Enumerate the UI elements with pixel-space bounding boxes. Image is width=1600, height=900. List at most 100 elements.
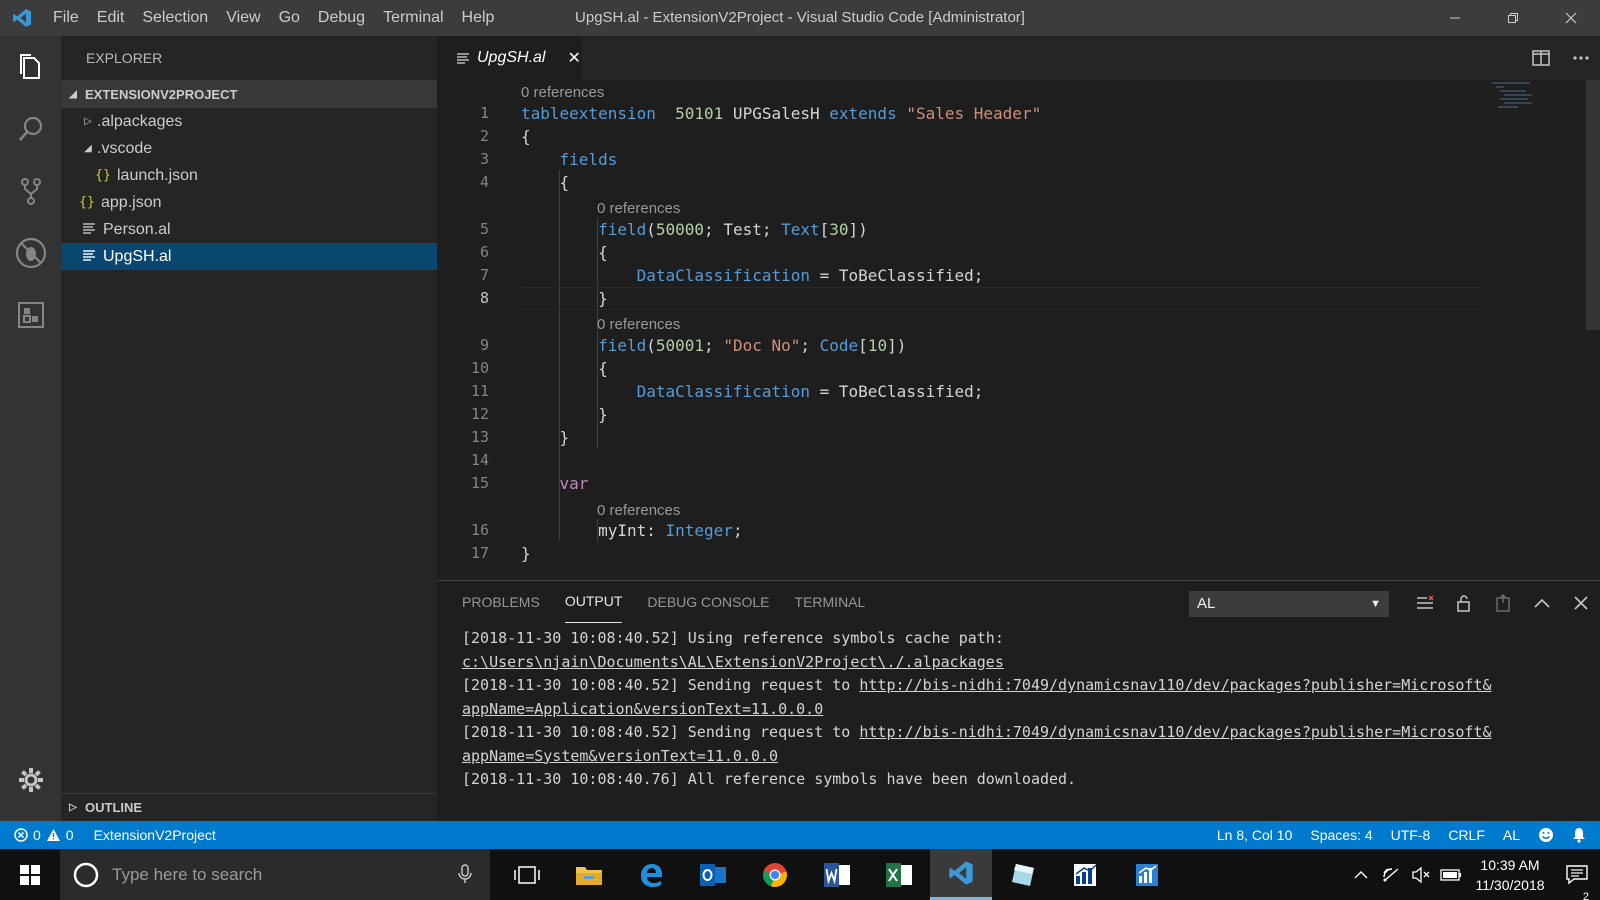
code-line[interactable]: 17} (437, 542, 1537, 565)
source-control-icon[interactable] (0, 160, 61, 222)
output-link[interactable]: appName=Application&versionText=11.0.0.0 (462, 700, 823, 718)
output-log[interactable]: [2018-11-30 10:08:40.52] Using reference… (462, 627, 1572, 792)
tree-item-launch-json[interactable]: {} launch.json (61, 162, 437, 189)
output-link[interactable]: c:\Users\njain\Documents\AL\ExtensionV2P… (462, 653, 1004, 671)
code-line[interactable]: 13 } (437, 426, 1537, 449)
task-view-button[interactable] (496, 849, 558, 900)
menu-file[interactable]: File (44, 0, 88, 36)
problems-status[interactable]: 0 0 (14, 827, 74, 843)
feedback-smiley-icon[interactable] (1538, 827, 1554, 843)
bell-icon[interactable] (1572, 827, 1586, 843)
eol-status[interactable]: CRLF (1448, 827, 1485, 843)
code-line[interactable]: 2{ (437, 125, 1537, 148)
tree-item-alpackages[interactable]: ▷ .alpackages (61, 108, 437, 135)
extensions-icon[interactable] (0, 284, 61, 346)
edge-app[interactable] (620, 849, 682, 900)
more-actions-icon[interactable] (1572, 55, 1590, 61)
activity-bar (0, 36, 61, 821)
microphone-icon[interactable] (458, 864, 472, 884)
code-line[interactable]: 14 (437, 449, 1537, 472)
code-line[interactable]: 7 DataClassification = ToBeClassified; (437, 264, 1537, 287)
battery-icon[interactable] (1436, 868, 1466, 881)
explorer-icon[interactable] (0, 36, 61, 98)
minimize-button[interactable] (1426, 0, 1484, 36)
code-line[interactable]: 5 field(50000; Test; Text[30]) (437, 218, 1537, 241)
encoding-status[interactable]: UTF-8 (1391, 827, 1431, 843)
codelens-references[interactable]: 0 references (521, 82, 604, 104)
clear-output-button[interactable] (1405, 589, 1444, 617)
menu-help[interactable]: Help (453, 0, 504, 36)
tree-item-person-al[interactable]: Person.al (61, 216, 437, 243)
close-tab-icon[interactable]: ✕ (567, 48, 580, 68)
menu-selection[interactable]: Selection (133, 0, 217, 36)
chrome-app[interactable] (744, 849, 806, 900)
code-line[interactable]: 9 field(50001; "Doc No"; Code[10]) (437, 334, 1537, 357)
output-link[interactable]: appName=System&versionText=11.0.0.0 (462, 747, 778, 765)
indentation-status[interactable]: Spaces: 4 (1310, 827, 1372, 843)
code-line[interactable]: 6 { (437, 241, 1537, 264)
tab-output[interactable]: OUTPUT (564, 581, 623, 623)
output-channel-select[interactable]: AL ▼ (1189, 591, 1389, 617)
menu-debug[interactable]: Debug (309, 0, 374, 36)
tree-item-vscode[interactable]: ◢ .vscode (61, 135, 437, 162)
clock[interactable]: 10:39 AM 11/30/2018 (1466, 855, 1554, 895)
close-panel-button[interactable] (1561, 589, 1600, 617)
vscode-app[interactable] (930, 849, 992, 900)
split-editor-icon[interactable] (1532, 50, 1550, 66)
lock-scroll-button[interactable] (1444, 589, 1483, 617)
menu-view[interactable]: View (217, 0, 269, 36)
debug-icon[interactable] (0, 222, 61, 284)
language-status[interactable]: AL (1503, 827, 1520, 843)
menu-terminal[interactable]: Terminal (374, 0, 452, 36)
code-line[interactable]: 1 tableextension 50101 UPGSalesH extends … (437, 102, 1537, 125)
tab-debug-console[interactable]: DEBUG CONSOLE (647, 581, 769, 623)
volume-muted-icon[interactable] (1406, 866, 1436, 883)
code-line[interactable]: 15 var (437, 472, 1537, 495)
code-line[interactable]: 11 DataClassification = ToBeClassified; (437, 380, 1537, 403)
dynamics-nav-client-app[interactable] (1116, 849, 1178, 900)
codelens-references[interactable]: 0 references (597, 314, 680, 336)
outline-section-header[interactable]: ▷ OUTLINE (61, 793, 437, 821)
code-line[interactable]: 16 myInt: Integer; (437, 519, 1537, 542)
taskbar-search[interactable]: Type here to search (60, 849, 490, 900)
dev-shell-app[interactable] (992, 849, 1054, 900)
dynamics-nav-app[interactable] (1054, 849, 1116, 900)
network-icon[interactable] (1376, 867, 1406, 883)
folder-status[interactable]: ExtensionV2Project (94, 827, 216, 843)
show-hidden-icons-button[interactable] (1346, 870, 1376, 879)
code-line[interactable]: 8 } (437, 287, 1537, 310)
word-app[interactable] (806, 849, 868, 900)
file-explorer-app[interactable] (558, 849, 620, 900)
code-line[interactable]: 3 fields (437, 148, 1537, 171)
code-editor[interactable]: 0 references 0 references 0 references 0 re… (437, 80, 1600, 580)
project-section-header[interactable]: ◢ EXTENSIONV2PROJECT (61, 80, 437, 108)
action-center-button[interactable]: 2 (1554, 864, 1600, 900)
codelens-references[interactable]: 0 references (597, 198, 680, 220)
menu-edit[interactable]: Edit (88, 0, 134, 36)
tab-terminal[interactable]: TERMINAL (795, 581, 866, 623)
open-log-button[interactable] (1483, 589, 1522, 617)
code-line[interactable]: 4 { (437, 171, 1537, 194)
code-line[interactable]: 12 } (437, 403, 1537, 426)
code-line[interactable]: 10 { (437, 357, 1537, 380)
outlook-app[interactable] (682, 849, 744, 900)
menu-go[interactable]: Go (270, 0, 309, 36)
maximize-panel-button[interactable] (1522, 589, 1561, 617)
output-line: appName=System&versionText=11.0.0.0 (462, 745, 1572, 769)
line-number: 3 (479, 150, 489, 168)
tree-item-upgsh-al[interactable]: UpgSH.al (61, 243, 437, 270)
tab-upgsh-al[interactable]: UpgSH.al ✕ (437, 36, 582, 80)
output-link[interactable]: http://bis-nidhi:7049/dynamicsnav110/dev… (859, 723, 1491, 741)
gear-icon[interactable] (0, 749, 61, 811)
excel-app[interactable] (868, 849, 930, 900)
close-window-button[interactable] (1542, 0, 1600, 36)
cursor-position[interactable]: Ln 8, Col 10 (1217, 827, 1293, 843)
search-icon[interactable] (0, 98, 61, 160)
restore-button[interactable] (1484, 0, 1542, 36)
start-button[interactable] (0, 849, 60, 900)
code-text: } (521, 289, 608, 308)
editor-scrollbar[interactable] (1586, 80, 1600, 330)
tree-item-app-json[interactable]: {} app.json (61, 189, 437, 216)
output-link[interactable]: http://bis-nidhi:7049/dynamicsnav110/dev… (859, 676, 1491, 694)
tab-problems[interactable]: PROBLEMS (462, 581, 540, 623)
